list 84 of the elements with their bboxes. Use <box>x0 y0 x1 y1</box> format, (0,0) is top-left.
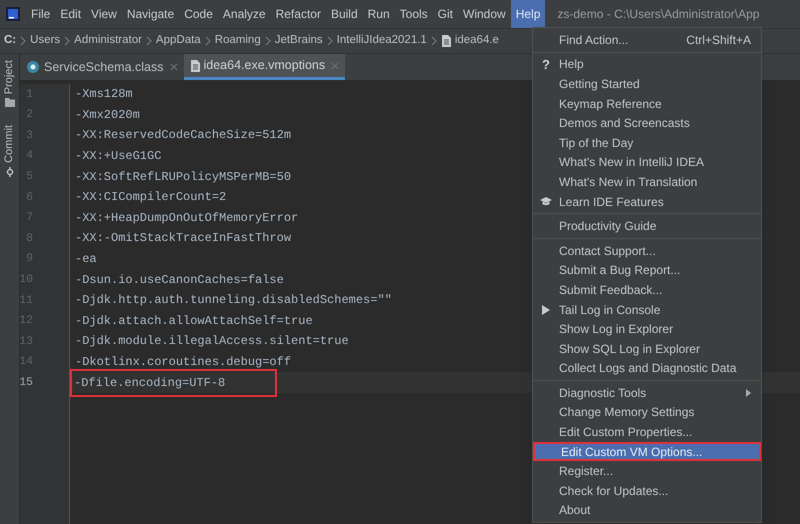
menu-item[interactable]: Window <box>458 0 511 28</box>
menu-item[interactable]: Build <box>326 0 363 28</box>
file-icon <box>190 60 200 72</box>
code-line: -XX:+UseG1GC <box>74 148 162 166</box>
window-title: zs-demo - C:\Users\Administrator\App <box>557 6 760 23</box>
menu-item[interactable]: Submit Feedback... <box>533 280 761 300</box>
commit-icon <box>4 167 14 178</box>
editor-tab[interactable]: idea64.exe.vmoptions <box>184 54 346 80</box>
folder-icon <box>4 98 14 108</box>
code-line: -XX:CICompilerCount=2 <box>74 189 228 206</box>
menu-item[interactable]: Demos and Screencasts <box>533 113 761 133</box>
menu-item[interactable]: Run <box>362 0 395 28</box>
breadcrumb-item[interactable]: Administrator <box>74 32 142 50</box>
menu-item[interactable]: Diagnostic Tools <box>533 383 761 403</box>
chevron-icon <box>64 36 70 46</box>
class-icon <box>26 60 40 74</box>
menu-item[interactable]: Show Log in Explorer <box>533 319 761 339</box>
menu-item[interactable]: Analyze <box>218 0 271 28</box>
question-icon: ? <box>542 58 550 71</box>
breadcrumb-item[interactable]: C: <box>4 32 16 50</box>
menu-item[interactable]: Submit a Bug Report... <box>533 260 761 280</box>
menu-item[interactable]: Collect Logs and Diagnostic Data <box>533 358 761 378</box>
menu-item[interactable]: Change Memory Settings <box>533 402 761 422</box>
menu-item[interactable]: Find Action... Ctrl+Shift+A <box>533 30 761 50</box>
graduation-cap-icon <box>540 197 552 206</box>
chevron-icon <box>264 36 271 46</box>
breadcrumb-item[interactable]: AppData <box>156 32 201 50</box>
menu-item[interactable]: What's New in Translation <box>533 172 761 192</box>
tool-window-tab[interactable]: Commit <box>1 125 18 164</box>
code-line: -XX:-OmitStackTraceInFastThrow <box>74 230 292 248</box>
chevron-icon <box>430 36 437 46</box>
menu-item[interactable]: Tools <box>394 0 433 28</box>
code-line: -Djdk.http.auth.tunneling.disabledSchemes="" <box>74 292 393 310</box>
menu-item[interactable]: ? Help <box>533 54 761 74</box>
menu-item[interactable]: Code <box>179 0 218 28</box>
code-line: -Dkotlinx.coroutines.debug=off <box>74 354 292 372</box>
menu-item[interactable]: Edit Custom VM Options... <box>533 442 761 462</box>
menu-item[interactable]: Keymap Reference <box>533 94 761 114</box>
menu-item[interactable]: File <box>26 0 56 28</box>
chevron-icon <box>204 36 211 46</box>
breadcrumb-item[interactable]: JetBrains <box>274 32 323 50</box>
menu-item[interactable]: Register... <box>533 461 761 482</box>
breadcrumb-item[interactable]: idea64.e <box>454 32 499 50</box>
code-line: -Djdk.attach.allowAttachSelf=true <box>74 312 314 330</box>
menu-item[interactable]: Edit <box>55 0 86 28</box>
chevron-icon <box>146 36 152 46</box>
breadcrumb-item[interactable]: Users <box>30 32 60 50</box>
breadcrumb-item[interactable]: Roaming <box>214 32 261 50</box>
code-line: -Xms128m <box>74 86 134 104</box>
code-line: -Xmx2020m <box>74 106 141 124</box>
menu-item[interactable]: View <box>86 0 122 28</box>
code-line: -XX:SoftRefLRUPolicyMSPerMB=50 <box>74 168 292 186</box>
menu-item[interactable]: Contact Support... <box>533 240 761 261</box>
code-line: -ea <box>74 251 98 268</box>
file-icon <box>440 35 451 47</box>
close-icon[interactable] <box>331 62 340 70</box>
menu-item[interactable]: Help <box>510 0 546 28</box>
close-icon[interactable] <box>170 63 178 71</box>
app-logo-icon <box>6 7 20 21</box>
code-line: -XX:ReservedCodeCacheSize=512m <box>74 127 292 144</box>
menu-item[interactable]: Check for Updates... <box>533 481 761 501</box>
menu-item[interactable]: Refactor <box>270 0 326 28</box>
menu-item[interactable]: About <box>533 500 761 520</box>
play-icon <box>542 304 550 315</box>
menu-item[interactable]: Productivity Guide <box>533 216 761 236</box>
tool-window-tab[interactable]: Project <box>1 60 18 94</box>
menu-item[interactable]: Navigate <box>122 0 180 28</box>
line-number: 15 <box>19 374 33 391</box>
editor-tab[interactable]: ServiceSchema.class <box>20 54 184 80</box>
chevron-icon <box>326 36 333 46</box>
menu-item[interactable]: Tail Log in Console <box>533 300 761 320</box>
menu-item[interactable]: Tip of the Day <box>533 132 761 153</box>
breadcrumb-item[interactable]: IntelliJIdea2021.1 <box>336 32 427 50</box>
shortcut-label: Ctrl+Shift+A <box>686 32 751 49</box>
menu-item[interactable]: Show SQL Log in Explorer <box>533 338 761 358</box>
menu-item[interactable]: Learn IDE Features <box>533 192 761 212</box>
menu-item[interactable]: Getting Started <box>533 74 761 94</box>
chevron-icon <box>20 36 26 46</box>
code-line: -XX:+HeapDumpOnOutOfMemoryError <box>74 210 300 227</box>
menu-item[interactable]: Edit Custom Properties... <box>533 422 761 442</box>
menu-item[interactable]: Git <box>432 0 458 28</box>
menu-item[interactable]: What's New in IntelliJ IDEA <box>533 152 761 172</box>
code-line: -Dsun.io.useCanonCaches=false <box>74 272 285 289</box>
code-line: -Djdk.module.illegalAccess.silent=true <box>74 333 350 350</box>
